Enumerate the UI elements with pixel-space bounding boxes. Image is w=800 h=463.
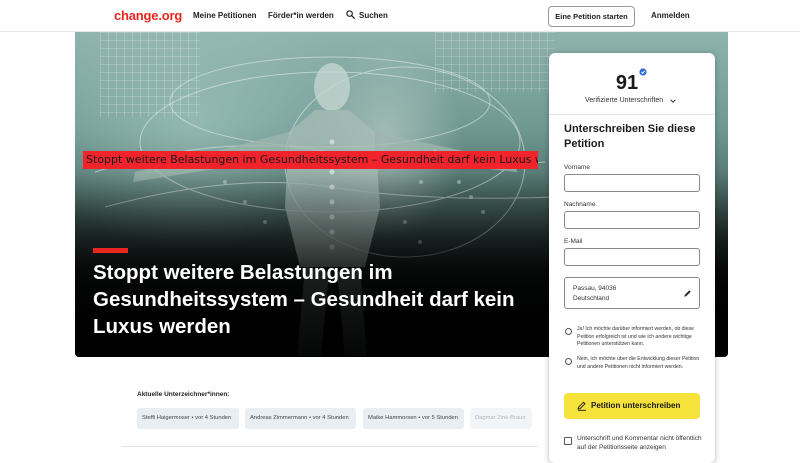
signer-chip: Maike Hammorsen • vor 5 Stunden [363,408,464,429]
email-field[interactable] [564,248,700,266]
pencil-edit-icon[interactable] [683,289,692,298]
nav-my-petitions[interactable]: Meine Petitionen [193,11,257,20]
sign-petition-button-label: Petition unterschreiben [591,401,681,410]
opt-in-text: Ja! Ich möchte darüber informiert werden… [577,326,695,347]
verified-check-icon [639,68,647,76]
pen-icon [577,401,586,411]
card-divider [549,114,715,115]
hero-banner-text: Stoppt weitere Belastungen im Gesundheit… [83,151,538,169]
hide-signature-text: Unterschrift und Kommentar nicht öffentl… [577,435,702,451]
opt-out-radio[interactable] [565,358,572,365]
nav-become-supporter[interactable]: Förder*in werden [268,11,334,20]
search-icon[interactable] [346,10,355,19]
signer-chip: Andreas Zimmermann • vor 4 Stunden [245,408,356,429]
signer-chip: Steffi Haigermoser • vor 4 Stunden [137,408,239,429]
sign-petition-button[interactable]: Petition unterschreiben [564,393,700,419]
sign-form-heading: Unterschreiben Sie diese Petition [564,123,696,150]
sign-petition-card: 91 Verifizierte Unterschriften Unterschr… [549,53,715,463]
title-accent-bar [93,248,128,253]
start-petition-button[interactable]: Eine Petition starten [548,6,635,27]
opt-out-text: Nein, ich möchte über die Entwicklung di… [577,356,700,370]
chevron-down-icon[interactable] [669,97,677,105]
last-name-field[interactable] [564,211,700,229]
nav-search[interactable]: Suchen [359,11,388,20]
login-link[interactable]: Anmelden [651,11,690,20]
recent-signers-label: Aktuelle Unterzeichner*innen: [137,391,230,398]
last-name-label: Nachname [564,201,596,208]
verified-signatures-label[interactable]: Verifizierte Unterschriften [585,97,663,104]
section-divider [122,446,538,447]
top-navigation: change.org Meine Petitionen Förder*in we… [0,0,800,32]
first-name-field[interactable] [564,174,700,192]
change-org-logo[interactable]: change.org [114,8,182,23]
opt-in-radio[interactable] [565,328,572,335]
signer-chip: Dagmar Zink-Braun [470,408,532,429]
signature-count: 91 [615,72,639,94]
address-field[interactable]: Passau, 94036 Deutschland [564,277,700,309]
email-label: E-Mail [564,238,583,245]
hide-signature-checkbox[interactable] [564,437,572,445]
petition-title: Stoppt weitere Belastungen im Gesundheit… [93,261,515,338]
first-name-label: Vorname [564,164,591,171]
address-country: Deutschland [573,295,610,302]
address-city: Passau, 94036 [573,285,617,292]
